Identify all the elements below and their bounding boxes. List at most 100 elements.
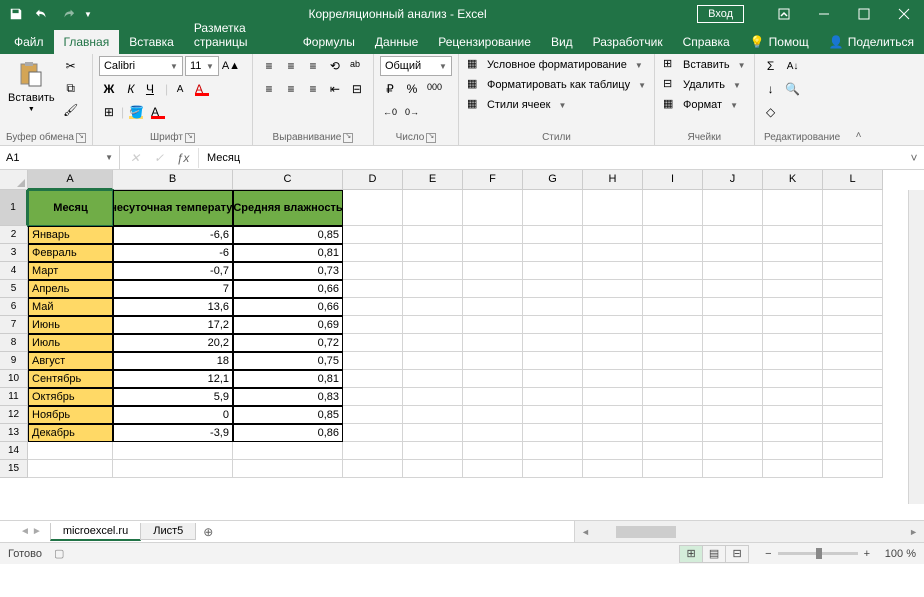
- cell-5-K[interactable]: [763, 280, 823, 298]
- cell-7-A[interactable]: Июнь: [28, 316, 113, 334]
- align-left-icon[interactable]: ≡: [259, 79, 279, 99]
- decrease-font-icon[interactable]: A: [170, 79, 190, 99]
- cell-12-G[interactable]: [523, 406, 583, 424]
- cell-13-D[interactable]: [343, 424, 403, 442]
- align-bottom-icon[interactable]: ≡: [303, 56, 323, 76]
- row-header-2[interactable]: 2: [0, 226, 28, 244]
- row-header-13[interactable]: 13: [0, 424, 28, 442]
- cell-1-K[interactable]: [763, 190, 823, 226]
- cell-11-L[interactable]: [823, 388, 883, 406]
- cell-11-I[interactable]: [643, 388, 703, 406]
- name-box[interactable]: A1▼: [0, 146, 120, 169]
- cancel-formula-icon[interactable]: ✕: [124, 148, 146, 168]
- format-cells-button[interactable]: ▦Формат▼: [661, 96, 748, 114]
- cell-14-A[interactable]: [28, 442, 113, 460]
- cell-styles-button[interactable]: ▦Стили ячеек▼: [465, 96, 648, 114]
- cell-14-H[interactable]: [583, 442, 643, 460]
- row-header-8[interactable]: 8: [0, 334, 28, 352]
- cell-1-A[interactable]: Месяц: [28, 190, 113, 226]
- cell-11-A[interactable]: Октябрь: [28, 388, 113, 406]
- cell-4-E[interactable]: [403, 262, 463, 280]
- cell-15-L[interactable]: [823, 460, 883, 478]
- tab-review[interactable]: Рецензирование: [428, 30, 541, 54]
- row-header-3[interactable]: 3: [0, 244, 28, 262]
- cell-8-G[interactable]: [523, 334, 583, 352]
- cell-3-G[interactable]: [523, 244, 583, 262]
- cell-10-H[interactable]: [583, 370, 643, 388]
- cell-3-B[interactable]: -6: [113, 244, 233, 262]
- minimize-icon[interactable]: [804, 0, 844, 28]
- cell-10-L[interactable]: [823, 370, 883, 388]
- ribbon-options-icon[interactable]: [764, 0, 804, 28]
- cell-9-D[interactable]: [343, 352, 403, 370]
- horizontal-scrollbar[interactable]: ◄ ►: [574, 521, 924, 542]
- tab-developer[interactable]: Разработчик: [583, 30, 673, 54]
- increase-decimal-icon[interactable]: ←0: [380, 102, 400, 122]
- share-button[interactable]: 👤Поделиться: [819, 30, 924, 54]
- cell-15-H[interactable]: [583, 460, 643, 478]
- cell-7-F[interactable]: [463, 316, 523, 334]
- cell-4-L[interactable]: [823, 262, 883, 280]
- cell-9-B[interactable]: 18: [113, 352, 233, 370]
- merge-icon[interactable]: ⊟: [347, 79, 367, 99]
- cells-area[interactable]: МесяцСреднесуточная температура, C°Средн…: [28, 190, 924, 478]
- cell-4-G[interactable]: [523, 262, 583, 280]
- cell-3-F[interactable]: [463, 244, 523, 262]
- cell-12-C[interactable]: 0,85: [233, 406, 343, 424]
- cell-2-H[interactable]: [583, 226, 643, 244]
- conditional-formatting-button[interactable]: ▦Условное форматирование▼: [465, 56, 648, 74]
- underline-button[interactable]: Ч: [143, 79, 163, 99]
- maximize-icon[interactable]: [844, 0, 884, 28]
- cell-6-D[interactable]: [343, 298, 403, 316]
- align-top-icon[interactable]: ≡: [259, 56, 279, 76]
- cell-15-D[interactable]: [343, 460, 403, 478]
- cell-15-J[interactable]: [703, 460, 763, 478]
- new-sheet-icon[interactable]: ⊕: [195, 523, 221, 541]
- cell-15-I[interactable]: [643, 460, 703, 478]
- cell-1-C[interactable]: Средняя влажность: [233, 190, 343, 226]
- fill-color-icon[interactable]: 🪣: [126, 102, 146, 122]
- cell-12-L[interactable]: [823, 406, 883, 424]
- cell-6-L[interactable]: [823, 298, 883, 316]
- cell-13-C[interactable]: 0,86: [233, 424, 343, 442]
- select-all-button[interactable]: [0, 170, 28, 190]
- cell-8-E[interactable]: [403, 334, 463, 352]
- cell-12-F[interactable]: [463, 406, 523, 424]
- cell-11-F[interactable]: [463, 388, 523, 406]
- cell-6-C[interactable]: 0,66: [233, 298, 343, 316]
- tab-help[interactable]: Справка: [673, 30, 740, 54]
- cell-8-K[interactable]: [763, 334, 823, 352]
- normal-view-icon[interactable]: ⊞: [679, 545, 703, 563]
- cell-7-B[interactable]: 17,2: [113, 316, 233, 334]
- cell-9-I[interactable]: [643, 352, 703, 370]
- tab-file[interactable]: Файл: [4, 30, 54, 54]
- format-as-table-button[interactable]: ▦Форматировать как таблицу▼: [465, 76, 648, 94]
- cell-12-A[interactable]: Ноябрь: [28, 406, 113, 424]
- bold-button[interactable]: Ж: [99, 79, 119, 99]
- zoom-level[interactable]: 100 %: [876, 548, 916, 560]
- formula-input[interactable]: Месяц: [199, 152, 904, 164]
- tab-formulas[interactable]: Формулы: [293, 30, 365, 54]
- row-header-6[interactable]: 6: [0, 298, 28, 316]
- font-size-combo[interactable]: 11▼: [185, 56, 219, 76]
- cell-9-K[interactable]: [763, 352, 823, 370]
- cell-13-L[interactable]: [823, 424, 883, 442]
- cell-2-J[interactable]: [703, 226, 763, 244]
- orientation-icon[interactable]: ⟲: [325, 56, 345, 76]
- cell-8-J[interactable]: [703, 334, 763, 352]
- align-right-icon[interactable]: ≡: [303, 79, 323, 99]
- cell-4-I[interactable]: [643, 262, 703, 280]
- cell-1-L[interactable]: [823, 190, 883, 226]
- cell-10-G[interactable]: [523, 370, 583, 388]
- row-header-4[interactable]: 4: [0, 262, 28, 280]
- cell-12-H[interactable]: [583, 406, 643, 424]
- cell-11-J[interactable]: [703, 388, 763, 406]
- cell-7-K[interactable]: [763, 316, 823, 334]
- clear-icon[interactable]: ◇: [761, 102, 781, 122]
- decrease-indent-icon[interactable]: ⇤: [325, 79, 345, 99]
- cell-7-J[interactable]: [703, 316, 763, 334]
- cell-1-B[interactable]: Среднесуточная температура, C°: [113, 190, 233, 226]
- borders-icon[interactable]: ⊞: [99, 102, 119, 122]
- cell-2-A[interactable]: Январь: [28, 226, 113, 244]
- row-header-15[interactable]: 15: [0, 460, 28, 478]
